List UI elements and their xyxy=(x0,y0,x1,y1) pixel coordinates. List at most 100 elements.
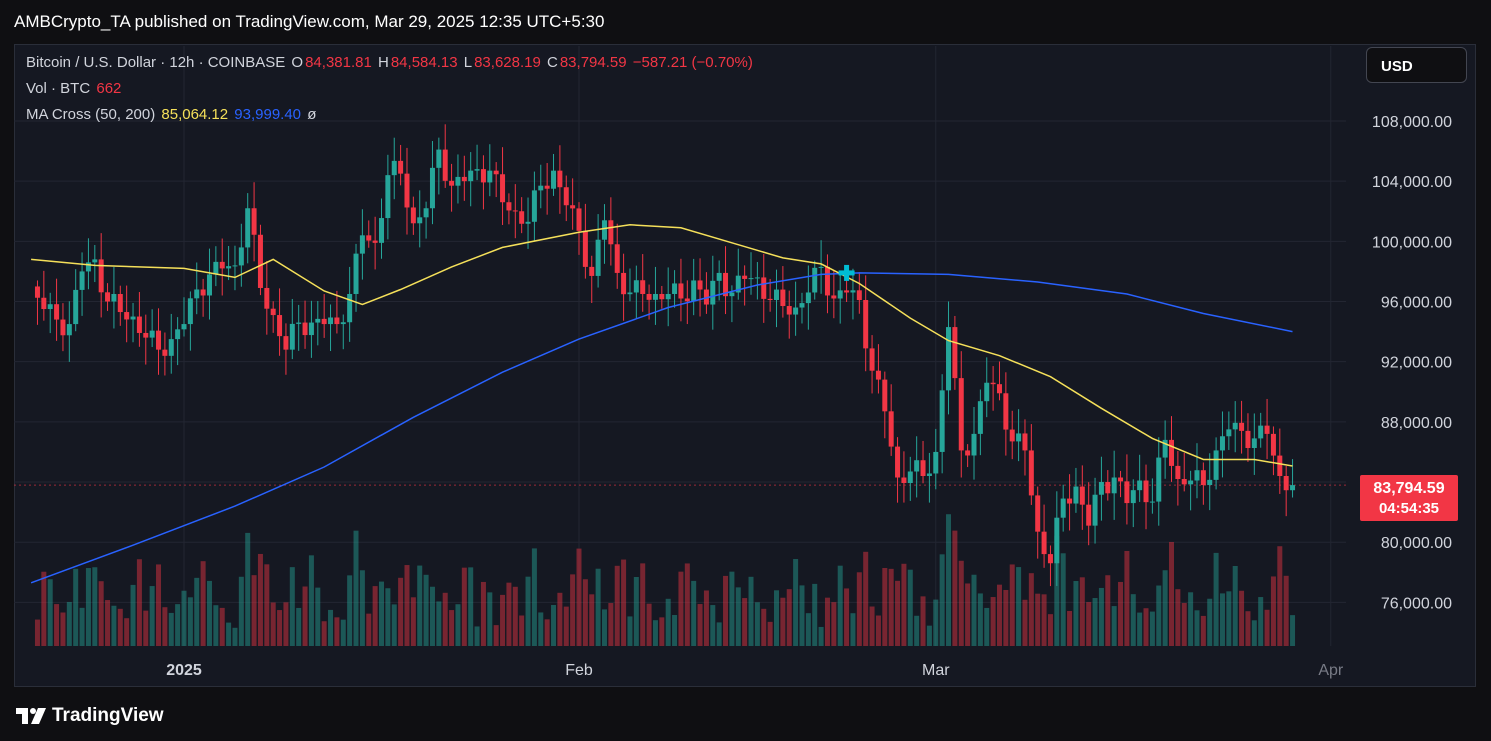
volume-bar xyxy=(54,604,60,646)
volume-bar xyxy=(85,568,91,646)
candle-body xyxy=(824,266,830,296)
candle-body xyxy=(576,208,582,231)
volume-bar xyxy=(786,589,792,646)
candle-body xyxy=(1213,450,1219,480)
volume-bar xyxy=(1149,611,1155,646)
y-tick-label: 92,000.00 xyxy=(1381,355,1452,372)
candle-body xyxy=(136,316,142,333)
volume-bar xyxy=(1232,565,1238,646)
candle-body xyxy=(614,244,620,273)
volume-bar xyxy=(551,605,557,646)
candle-body xyxy=(277,315,283,337)
volume-bar xyxy=(742,598,748,646)
symbol-title[interactable]: Bitcoin / U.S. Dollar · 12h · COINBASE xyxy=(26,54,285,71)
volume-bar xyxy=(410,597,416,646)
ma-extra-icon: ø xyxy=(307,106,317,123)
candle-body xyxy=(767,298,773,301)
volume-bar xyxy=(710,605,716,646)
candle-body xyxy=(194,289,200,299)
volume-bar xyxy=(646,603,652,646)
candle-body xyxy=(646,293,652,300)
volume-bar xyxy=(296,607,302,646)
volume-bar xyxy=(1028,573,1034,646)
volume-bar xyxy=(194,577,200,646)
volume-bar xyxy=(780,597,786,646)
bar-countdown: 04:54:35 xyxy=(1378,500,1440,517)
candle-body xyxy=(907,471,913,484)
volume-bar xyxy=(1213,552,1219,646)
volume-bar xyxy=(493,625,499,646)
ma-label[interactable]: MA Cross (50, 200) xyxy=(26,106,155,123)
volume-bar xyxy=(60,612,66,646)
open-key: O xyxy=(291,54,304,71)
candle-body xyxy=(283,336,289,350)
candle-body xyxy=(990,382,996,385)
candle-body xyxy=(882,379,888,412)
volume-label[interactable]: Vol · BTC xyxy=(26,80,90,97)
volume-bar xyxy=(226,622,232,646)
change-value: −587.21 (−0.70%) xyxy=(632,54,753,71)
candle-body xyxy=(474,169,480,171)
currency-button[interactable]: USD xyxy=(1366,47,1467,83)
volume-bar xyxy=(1245,611,1251,646)
candle-body xyxy=(347,293,353,323)
candle-body xyxy=(869,348,875,371)
candle-body xyxy=(640,280,646,294)
volume-bar xyxy=(417,565,423,646)
candle-body xyxy=(742,275,748,279)
volume-bar xyxy=(1188,592,1194,646)
volume-bars xyxy=(34,514,1296,646)
candle-body xyxy=(716,272,722,281)
candle-body xyxy=(289,323,295,350)
volume-bar xyxy=(429,586,435,646)
candle-body xyxy=(334,317,340,325)
volume-bar xyxy=(156,564,162,646)
volume-bar xyxy=(500,594,506,646)
volume-bar xyxy=(251,575,257,646)
tradingview-brand: TradingView xyxy=(52,705,164,726)
volume-bar xyxy=(729,571,735,646)
volume-bar xyxy=(92,567,98,646)
volume-bar xyxy=(735,587,741,646)
candle-body xyxy=(774,289,779,301)
volume-bar xyxy=(289,567,295,646)
candle-body xyxy=(1016,433,1022,442)
y-tick-label: 76,000.00 xyxy=(1381,595,1452,612)
candle-body xyxy=(226,266,232,269)
candle-body xyxy=(308,322,314,336)
volume-bar xyxy=(175,604,181,646)
candle-body xyxy=(1041,531,1047,555)
volume-bar xyxy=(538,612,544,646)
candle-body xyxy=(143,332,149,338)
candle-body xyxy=(264,287,270,309)
candle-body xyxy=(200,289,206,296)
volume-bar xyxy=(748,576,754,646)
volume-bar xyxy=(914,615,920,646)
volume-bar xyxy=(1003,589,1009,646)
volume-bar xyxy=(66,601,72,646)
volume-bar xyxy=(939,554,945,646)
volume-bar xyxy=(1181,602,1187,646)
candle-body xyxy=(1098,482,1104,495)
volume-bar xyxy=(563,606,569,646)
volume-bar xyxy=(1118,581,1124,646)
candle-body xyxy=(519,211,525,224)
candle-body xyxy=(1194,470,1200,481)
candle-body xyxy=(1270,433,1276,456)
candle-body xyxy=(1283,476,1289,491)
last-price-tag: 83,794.59 04:54:35 xyxy=(1360,475,1458,521)
volume-bar xyxy=(691,580,697,646)
volume-bar xyxy=(1169,541,1174,646)
volume-bar xyxy=(933,599,939,646)
candle-body xyxy=(946,327,952,391)
candle-body xyxy=(1245,430,1251,449)
volume-bar xyxy=(1290,615,1296,646)
tradingview-logo[interactable]: TradingView xyxy=(16,705,164,727)
volume-bar xyxy=(232,627,238,646)
volume-bar xyxy=(844,588,850,646)
candle-body xyxy=(608,220,614,245)
volume-bar xyxy=(952,530,958,646)
candle-body xyxy=(1149,501,1155,503)
volume-bar xyxy=(1130,594,1136,646)
candle-body xyxy=(901,477,907,484)
